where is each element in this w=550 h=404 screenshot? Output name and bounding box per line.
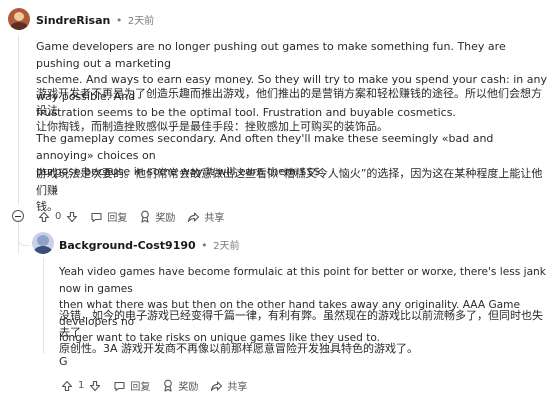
comment-paragraph: 游戏开发者不再是为了创造乐趣而推出游戏，他们推出的是营销方案和轻松赚钱的途径。所… [36, 86, 550, 136]
award-ribbon-icon [141, 210, 150, 223]
award-ribbon-icon [164, 379, 173, 392]
upvote-arrow-icon [61, 380, 73, 391]
comment-meta: SindreRisan • 2天前 [36, 12, 154, 27]
text-line: G [59, 355, 68, 368]
award-button[interactable]: 奖励 [139, 209, 175, 224]
reply-action-bar: 1 回复 奖励 共享 [61, 378, 247, 393]
reply-button[interactable]: 回复 [113, 378, 150, 393]
text-line: The gameplay comes secondary. And often … [36, 132, 494, 162]
reply-paragraph: 没错，如今的电子游戏已经变得千篇一律，有利有弊。虽然现在的游戏比以前流畅多了，但… [59, 308, 550, 358]
upvote-arrow-icon [38, 211, 50, 222]
share-label: 共享 [204, 213, 225, 224]
text-line: Yeah video games have become formulaic a… [59, 266, 546, 295]
upvote-button[interactable] [61, 380, 73, 392]
meta-separator: • [115, 14, 123, 27]
thread-line [18, 35, 19, 205]
text-line: 原创性。3A 游戏开发商不再像以前那样愿意冒险开发独具特色的游戏了。 [59, 342, 419, 355]
avatar[interactable] [32, 232, 54, 254]
meta-separator: • [201, 239, 208, 252]
downvote-arrow-icon [90, 380, 101, 391]
reply-meta: Background-Cost9190 • 2天前 [59, 237, 240, 252]
username-link[interactable]: Background-Cost9190 [59, 239, 196, 252]
thread-line [18, 222, 19, 254]
downvote-button[interactable] [66, 211, 78, 223]
share-arrow-icon [188, 211, 200, 222]
share-label: 共享 [227, 382, 248, 393]
reply-label: 回复 [130, 382, 151, 393]
username-link[interactable]: SindreRisan [36, 14, 110, 27]
timestamp[interactable]: 2天前 [213, 241, 239, 252]
award-button[interactable]: 奖励 [162, 378, 198, 393]
speech-bubble-icon [114, 381, 125, 391]
comment-action-bar: 0 回复 奖励 共享 [38, 209, 224, 224]
share-arrow-icon [211, 380, 223, 391]
text-line: Game developers are no longer pushing ou… [36, 40, 506, 70]
award-label: 奖励 [155, 213, 176, 224]
text-line: 游戏开发者不再是为了创造乐趣而推出游戏，他们推出的是营销方案和轻松赚钱的途径。所… [36, 87, 542, 117]
reply-label: 回复 [107, 213, 128, 224]
text-line: 游戏玩法是次要的。他们常常会故意做出这些看似“糟糕又令人恼火”的选择，因为这在某… [36, 167, 543, 197]
avatar[interactable] [8, 8, 30, 30]
thread-line [43, 258, 44, 354]
reply-button[interactable]: 回复 [90, 209, 127, 224]
timestamp[interactable]: 2天前 [128, 16, 154, 27]
vote-count: 1 [78, 380, 85, 391]
downvote-button[interactable] [89, 380, 101, 392]
downvote-arrow-icon [67, 211, 78, 222]
text-line: 没错，如今的电子游戏已经变得千篇一律，有利有弊。虽然现在的游戏比以前流畅多了，但… [59, 309, 543, 339]
reply-paragraph: G [59, 354, 68, 371]
share-button[interactable]: 共享 [210, 378, 247, 393]
collapse-minus-icon[interactable] [12, 210, 24, 222]
thread-elbow [18, 240, 30, 246]
share-button[interactable]: 共享 [187, 209, 224, 224]
speech-bubble-icon [91, 212, 102, 222]
upvote-button[interactable] [38, 211, 50, 223]
award-label: 奖励 [178, 382, 199, 393]
vote-count: 0 [55, 211, 62, 222]
